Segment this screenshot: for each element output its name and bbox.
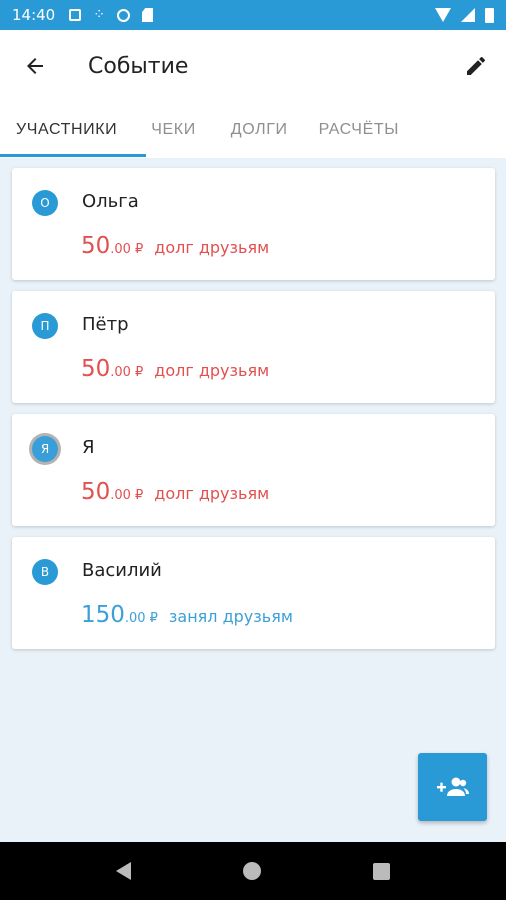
nav-home-icon[interactable] xyxy=(243,862,261,880)
balance-label: занял друзьям xyxy=(168,607,293,626)
participant-name: Пётр xyxy=(82,314,129,335)
status-time: 14:40 xyxy=(12,6,56,24)
currency-symbol: ₽ xyxy=(134,488,144,503)
balance-label: долг друзьям xyxy=(154,361,270,380)
participant-name: Василий xyxy=(82,560,162,581)
arrow-left-icon xyxy=(27,58,43,74)
balance-label: долг друзьям xyxy=(154,238,270,257)
participant-card[interactable]: Я Я 50 .00 ₽ долг друзьям xyxy=(12,414,495,526)
active-tab-indicator xyxy=(0,154,146,157)
wifi-icon xyxy=(435,8,451,22)
page-title: Событие xyxy=(88,53,189,79)
balance-decimals: .00 xyxy=(110,242,131,257)
app-bar: Событие xyxy=(0,30,506,102)
sim-card-icon xyxy=(141,8,153,22)
tab-settlements[interactable]: РАСЧЁТЫ xyxy=(319,102,399,158)
avatar: П xyxy=(32,313,58,339)
avatar: О xyxy=(32,190,58,216)
back-button[interactable] xyxy=(0,30,70,102)
tab-settlements-label: РАСЧЁТЫ xyxy=(318,121,399,138)
at-notification-icon xyxy=(116,8,130,22)
gallery-notification-icon xyxy=(69,9,82,21)
currency-symbol: ₽ xyxy=(134,365,144,380)
tab-receipts[interactable]: ЧЕКИ xyxy=(151,102,196,158)
edit-button[interactable] xyxy=(446,30,506,102)
balance-label: долг друзьям xyxy=(154,484,270,503)
share-notification-icon: ⁘ xyxy=(93,7,105,23)
balance-amount: 150 xyxy=(81,602,125,628)
balance-amount: 50 xyxy=(81,356,111,382)
participant-card[interactable]: П Пётр 50 .00 ₽ долг друзьям xyxy=(12,291,495,403)
tab-debts-label: ДОЛГИ xyxy=(230,121,288,138)
add-people-icon xyxy=(436,777,469,796)
participant-name: Я xyxy=(82,437,95,458)
cell-signal-icon xyxy=(461,8,475,22)
balance-amount: 50 xyxy=(81,479,111,505)
balance: 50 .00 ₽ долг друзьям xyxy=(81,356,269,382)
participant-name: Ольга xyxy=(82,191,139,212)
balance-decimals: .00 xyxy=(110,365,131,380)
participant-card[interactable]: В Василий 150 .00 ₽ занял друзьям xyxy=(12,537,495,649)
balance-decimals: .00 xyxy=(110,488,131,503)
balance-amount: 50 xyxy=(81,233,111,259)
avatar: В xyxy=(32,559,58,585)
tab-participants[interactable]: УЧАСТНИКИ xyxy=(16,102,117,158)
participant-list: О Ольга 50 .00 ₽ долг друзьям П Пётр 50 … xyxy=(12,168,495,660)
currency-symbol: ₽ xyxy=(149,611,158,626)
nav-recents-icon[interactable] xyxy=(373,862,390,880)
tab-debts[interactable]: ДОЛГИ xyxy=(231,102,288,158)
avatar: Я xyxy=(32,436,58,462)
balance: 50 .00 ₽ долг друзьям xyxy=(81,233,269,259)
balance: 150 .00 ₽ занял друзьям xyxy=(81,602,293,628)
currency-symbol: ₽ xyxy=(134,242,144,257)
balance: 50 .00 ₽ долг друзьям xyxy=(81,479,269,505)
battery-icon xyxy=(485,7,494,23)
balance-decimals: .00 xyxy=(124,611,146,626)
tab-receipts-label: ЧЕКИ xyxy=(151,121,196,138)
tab-bar: УЧАСТНИКИ ЧЕКИ ДОЛГИ РАСЧЁТЫ xyxy=(0,102,506,158)
pencil-icon xyxy=(467,56,485,75)
nav-back-icon[interactable] xyxy=(116,862,131,880)
participant-card[interactable]: О Ольга 50 .00 ₽ долг друзьям xyxy=(12,168,495,280)
add-participant-button[interactable] xyxy=(418,753,487,821)
status-bar: 14:40 ⁘ xyxy=(0,0,506,30)
system-nav-bar xyxy=(0,842,506,900)
tab-participants-label: УЧАСТНИКИ xyxy=(16,121,118,138)
